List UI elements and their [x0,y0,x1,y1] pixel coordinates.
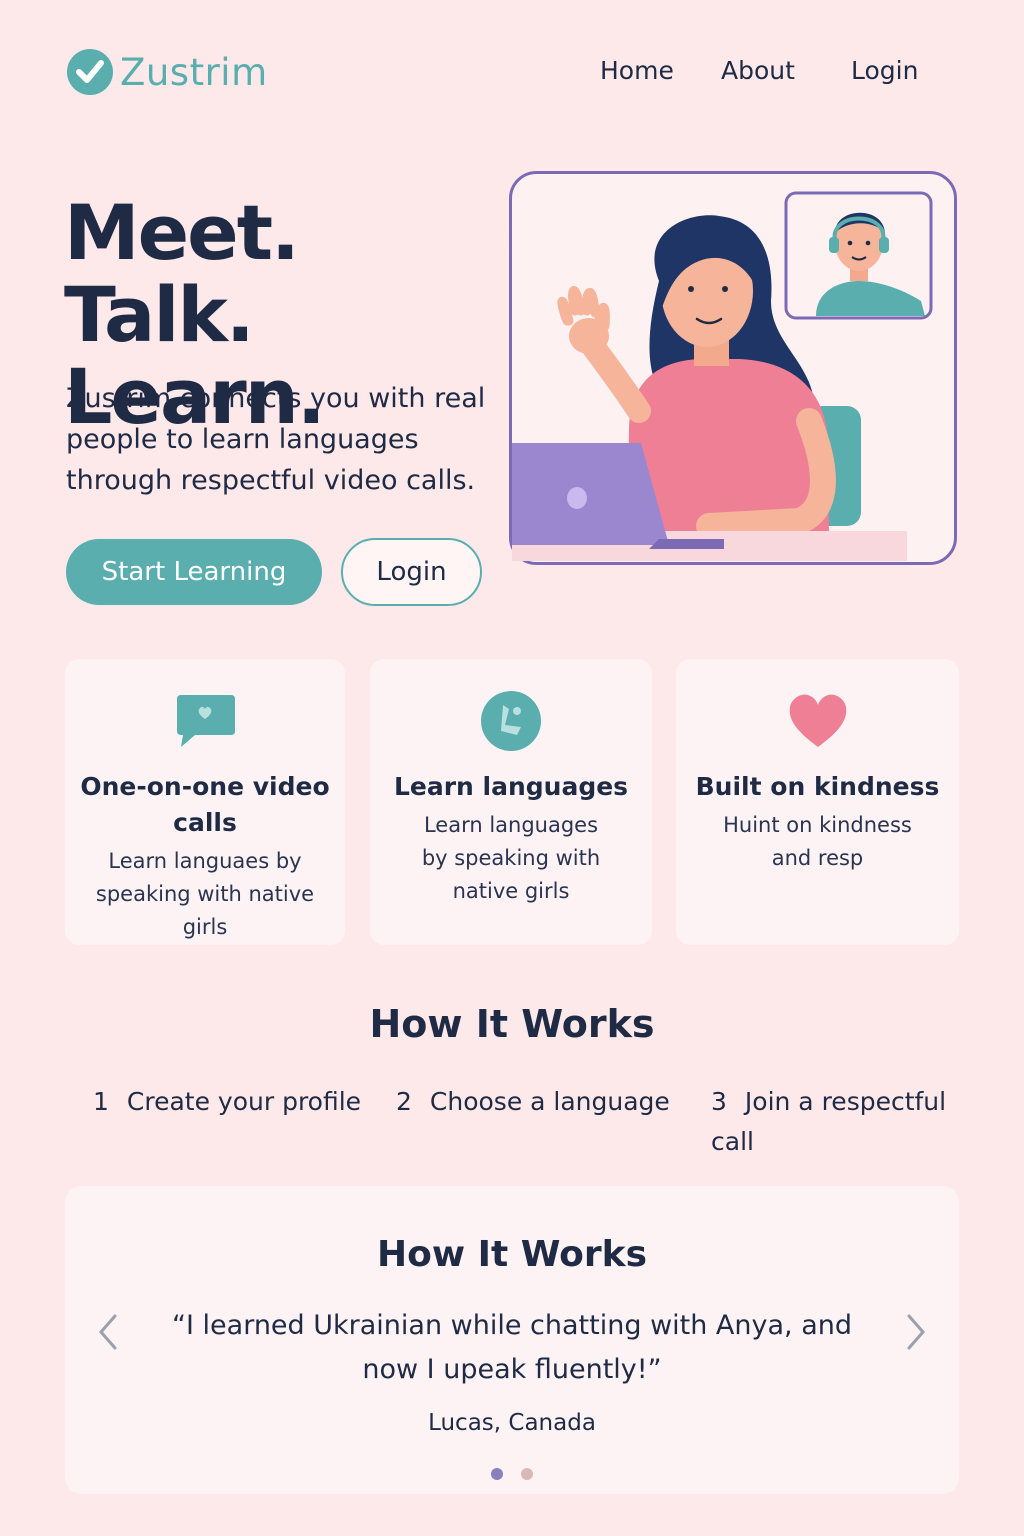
feature-title: One-on-one video calls [80,772,330,837]
chat-bubble-heart-icon [177,695,235,747]
chevron-left-icon[interactable] [93,1312,123,1352]
feature-text: Learn languages by speaking with native … [421,813,601,903]
nav-about-link[interactable]: About [721,56,795,85]
step-label: Create your profile [126,1087,362,1116]
testimonial-quote: “I learned Ukrainian while chatting with… [172,1310,852,1385]
step-number: 1 [93,1087,109,1116]
testimonial-author: Lucas, Canada [428,1410,596,1436]
step-choose-language: 2 Choose a language [396,1082,670,1122]
carousel-dot-active[interactable] [491,1468,503,1480]
top-nav: Home About Login [0,56,1024,92]
feature-title: Learn languages [393,772,629,801]
testimonial-title: How It Works [376,1234,648,1275]
how-it-works-title: How It Works [369,1002,655,1046]
step-join-call: 3 Join a respectful call [711,1082,961,1162]
feature-card-video-calls: One-on-one video calls Learn languaes by… [65,659,345,945]
carousel-dots [65,1468,959,1480]
feature-title: Built on kindness [695,772,940,801]
step-label: Join a respectful call [711,1087,947,1156]
chevron-right-icon[interactable] [901,1312,931,1352]
video-call-illustration [509,171,957,565]
step-label: Choose a language [429,1087,670,1116]
testimonial-carousel: How It Works “I learned Ukrainian while … [65,1186,959,1494]
feature-text: Huint on kindness and resp [723,813,912,870]
carousel-dot[interactable] [521,1468,533,1480]
hero-subtitle: Zustrim connects you with real people to… [66,383,486,496]
feature-card-kindness: Built on kindness Huint on kindness and … [676,659,959,945]
hero-title-line1: Meet. Talk. [64,188,300,359]
feature-text: Learn languaes by speaking with native g… [95,849,315,939]
language-badge-icon [481,691,541,751]
feature-card-learn-languages: Learn languages Learn languages by speak… [370,659,652,945]
step-number: 2 [396,1087,412,1116]
nav-login-link[interactable]: Login [851,56,918,85]
step-number: 3 [711,1087,727,1116]
nav-home-link[interactable]: Home [600,56,674,85]
start-learning-button[interactable]: Start Learning [66,539,322,605]
step-create-profile: 1 Create your profile [93,1082,361,1122]
heart-icon [789,694,846,747]
hero-login-button[interactable]: Login [341,538,482,606]
